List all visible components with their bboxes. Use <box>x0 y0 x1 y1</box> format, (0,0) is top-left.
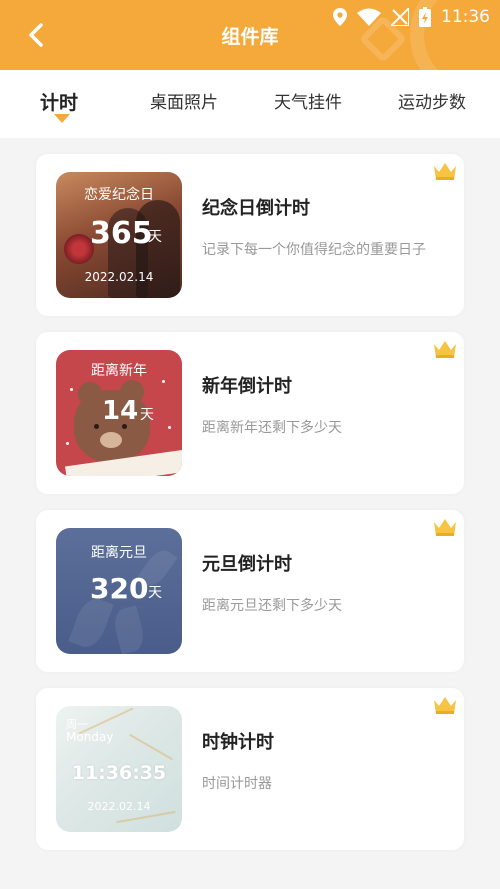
card-title: 纪念日倒计时 <box>202 198 310 219</box>
widget-thumbnail: 周一 Monday 11:36:35 2022.02.14 <box>56 706 182 832</box>
app-header: 组件库 11:36 <box>0 0 500 70</box>
star-decoration <box>70 388 73 391</box>
no-signal-icon <box>391 8 409 26</box>
status-time: 11:36 <box>441 7 490 27</box>
thumb-unit: 天 <box>148 229 162 245</box>
card-description: 距离元旦还剩下多少天 <box>202 598 342 614</box>
thumb-time: 11:36:35 <box>71 762 167 784</box>
wifi-icon <box>357 8 381 26</box>
bear-eye <box>94 424 99 429</box>
card-title: 时钟计时 <box>202 732 274 753</box>
thumb-label: 距离元旦 <box>91 545 147 561</box>
widget-thumbnail: 恋爱纪念日 365 天 2022.02.14 <box>56 172 182 298</box>
thumb-unit: 天 <box>148 585 162 601</box>
card-description: 时间计时器 <box>202 776 272 792</box>
crown-icon <box>434 341 456 358</box>
widget-thumbnail: 距离新年 14 天 <box>56 350 182 476</box>
widget-card-clock[interactable]: 周一 Monday 11:36:35 2022.02.14 时钟计时 时间计时器 <box>36 688 464 850</box>
crown-icon <box>434 163 456 180</box>
tab-timer[interactable]: 计时 <box>40 88 78 115</box>
tab-desktop-photos[interactable]: 桌面照片 <box>150 88 218 113</box>
thumb-weekday: Monday <box>66 730 114 744</box>
marble-vein <box>128 733 174 761</box>
battery-charging-icon <box>419 7 431 27</box>
thumb-date: 2022.02.14 <box>87 800 151 813</box>
widget-card-anniversary[interactable]: 恋爱纪念日 365 天 2022.02.14 纪念日倒计时 记录下每一个你值得纪… <box>36 154 464 316</box>
thumb-unit: 天 <box>140 407 154 423</box>
widget-card-new-years-day[interactable]: 距离元旦 320 天 元旦倒计时 距离元旦还剩下多少天 <box>36 510 464 672</box>
card-description: 距离新年还剩下多少天 <box>202 420 342 436</box>
tab-active-indicator <box>54 114 70 123</box>
thumb-number: 320 <box>90 572 149 605</box>
thumb-number: 365 <box>90 216 153 251</box>
star-decoration <box>162 380 165 383</box>
crown-icon <box>434 519 456 536</box>
star-decoration <box>66 442 69 445</box>
status-bar: 11:36 <box>333 6 490 28</box>
tab-step-count[interactable]: 运动步数 <box>398 88 466 113</box>
bear-snout <box>100 432 122 448</box>
card-title: 新年倒计时 <box>202 376 292 397</box>
thumb-label: 恋爱纪念日 <box>84 187 154 203</box>
leaf-decoration <box>110 605 148 654</box>
card-title: 元旦倒计时 <box>202 554 292 575</box>
widget-card-new-year[interactable]: 距离新年 14 天 新年倒计时 距离新年还剩下多少天 <box>36 332 464 494</box>
thumb-date: 2022.02.14 <box>84 270 154 284</box>
tab-weather-widget[interactable]: 天气挂件 <box>274 88 342 113</box>
thumb-number: 14 <box>102 396 139 426</box>
widget-thumbnail: 距离元旦 320 天 <box>56 528 182 654</box>
tab-bar: 计时 桌面照片 天气挂件 运动步数 <box>0 70 500 138</box>
card-description: 记录下每一个你值得纪念的重要日子 <box>202 242 426 258</box>
star-decoration <box>168 426 171 429</box>
crown-icon <box>434 697 456 714</box>
thumb-label: 距离新年 <box>91 363 147 379</box>
location-icon <box>333 8 347 26</box>
